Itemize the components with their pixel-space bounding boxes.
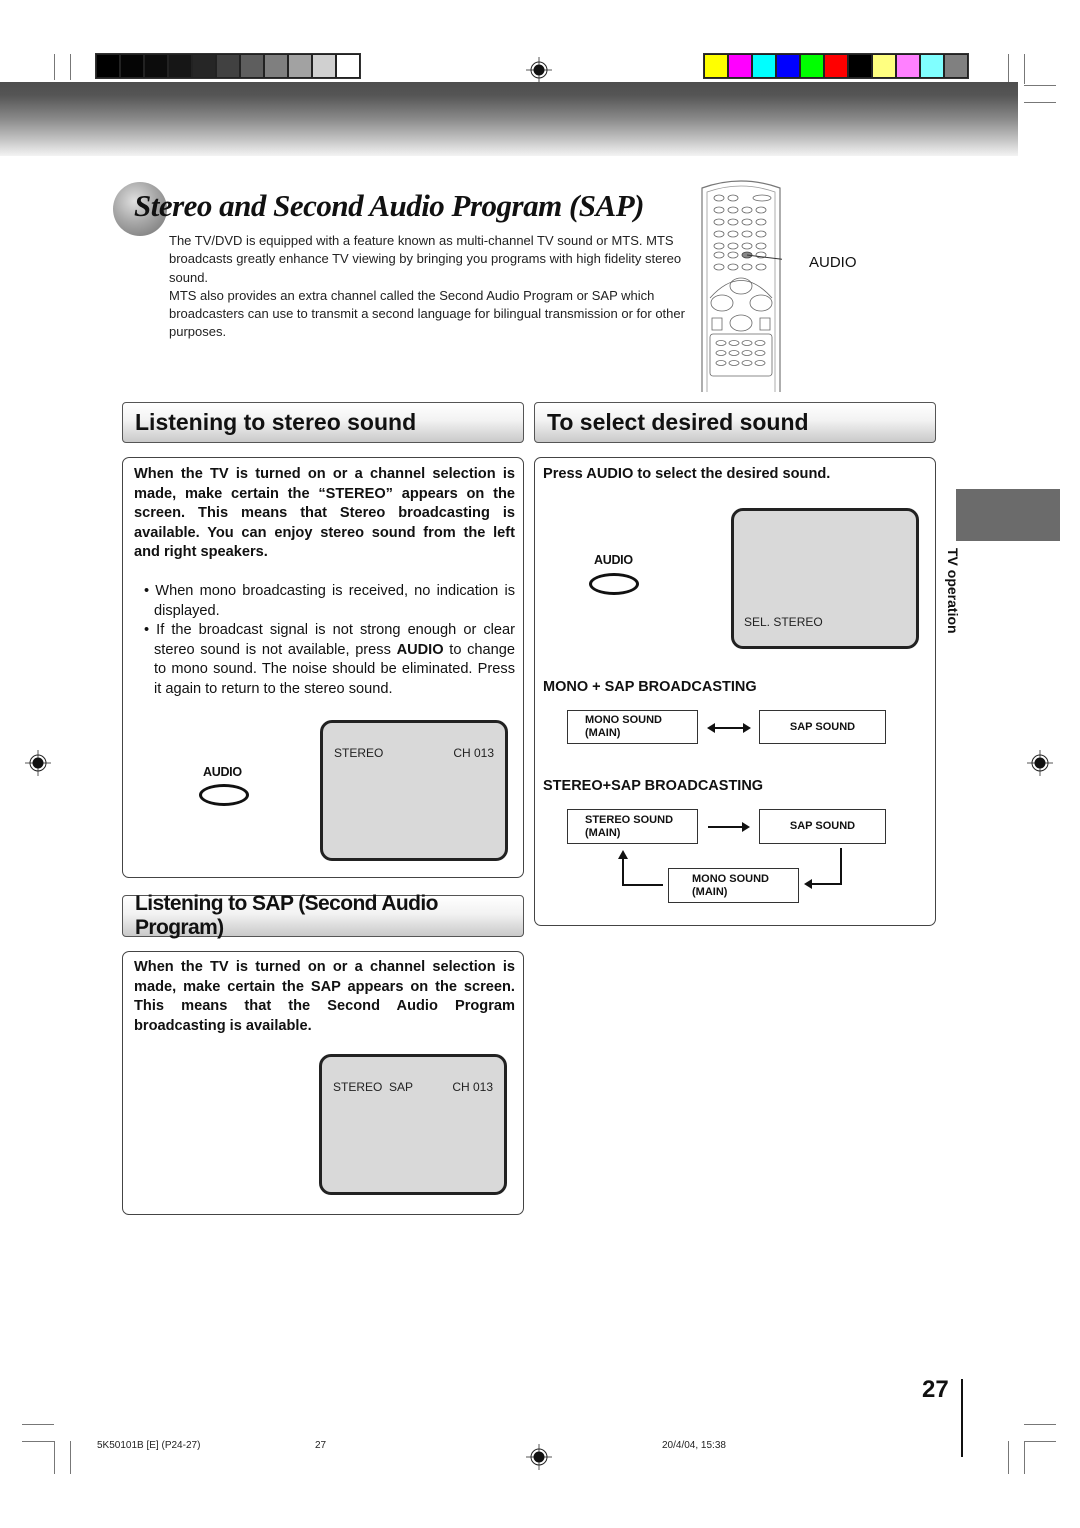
calibration-swatch [801,55,823,77]
box-text: (MAIN) [585,727,621,739]
double-arrow-icon [707,723,751,733]
screen-mode-text: STEREO SAP [333,1080,414,1094]
box-text: MONO SOUND [585,714,662,726]
bullet-item: • When mono broadcasting is received, no… [144,583,515,619]
calibration-swatch [265,55,287,77]
calibration-swatch [849,55,871,77]
crop-mark [1024,1441,1025,1474]
screen-channel-text: CH 013 [453,746,494,760]
crop-mark [1024,1424,1056,1425]
section-heading-sap: Listening to SAP (Second Audio Program) [122,892,524,939]
crop-mark [22,1424,54,1425]
registration-mark-icon [526,1444,552,1470]
flow-box-sap: SAP SOUND [759,710,886,744]
section-heading-stereo: Listening to stereo sound [122,402,524,443]
audio-button-label: AUDIO [203,765,242,779]
calibration-swatch [289,55,311,77]
heading-text: Listening to SAP (Second Audio Program) [135,892,438,939]
flow-box-mono-main: MONO SOUND (MAIN) [668,868,799,903]
audio-button-icon[interactable] [199,784,249,806]
remote-control-illustration [701,180,782,392]
arrow-right-icon [708,822,750,832]
arrow-return-icon [804,848,842,889]
calibration-swatch [337,55,359,77]
crop-mark [70,54,71,80]
audio-button-icon[interactable] [589,573,639,595]
stereo-lead-text: When the TV is turned on or a channel se… [134,466,515,561]
crop-mark [22,1441,54,1442]
box-text: (MAIN) [692,885,728,898]
section-heading-select: To select desired sound [534,402,936,443]
select-instruction: Press AUDIO to select the desired sound. [543,466,831,482]
sap-lead-text: When the TV is turned on or a channel se… [134,959,515,1034]
calibration-swatch [945,55,967,77]
audio-callout-label: AUDIO [809,254,857,271]
calibration-swatch [145,55,167,77]
intro-paragraph: MTS also provides an extra channel calle… [169,287,685,340]
crop-mark [1024,85,1056,86]
crop-mark [1008,1441,1009,1474]
chapter-tab [956,489,1060,541]
bullet-item: • If the broadcast signal is not strong … [144,622,515,697]
calibration-swatch [121,55,143,77]
flow-box-stereo-main: STEREO SOUND (MAIN) [567,809,698,844]
bullet-text: When mono broadcasting is received, no i… [154,583,515,619]
tv-screen-select: SEL. STEREO [731,508,919,649]
crop-mark [1024,1441,1056,1442]
calibration-swatch [777,55,799,77]
chapter-tab-label: TV operation [945,548,961,634]
tv-screen-sap: STEREO SAP CH 013 [319,1054,507,1195]
calibration-swatch [97,55,119,77]
color-calibration-bar [703,53,969,79]
crop-mark [70,1441,71,1474]
tv-screen-stereo: STEREO CH 013 [320,720,508,861]
heading-text: Listening to stereo sound [135,409,417,435]
crop-mark [54,54,55,80]
box-text: MONO SOUND [692,872,769,885]
calibration-swatch [753,55,775,77]
flow-box-mono-main: MONO SOUND (MAIN) [567,710,698,744]
calibration-swatch [193,55,215,77]
page-number-rule [961,1379,963,1457]
intro-paragraph: The TV/DVD is equipped with a feature kn… [169,233,682,285]
screen-channel-text: CH 013 [452,1080,493,1094]
crop-mark [54,1441,55,1474]
crop-mark [1024,54,1025,84]
crop-mark [1024,102,1056,103]
calibration-swatch [897,55,919,77]
footer-page: 27 [315,1440,327,1451]
heading-text: To select desired sound [547,409,809,435]
arrow-up-icon [618,850,663,886]
crop-mark [1008,54,1009,84]
calibration-swatch [705,55,727,77]
header-band [0,82,1018,156]
stereo-notes: • When mono broadcasting is received, no… [144,582,515,700]
page-title: Stereo and Second Audio Program (SAP) [134,188,644,223]
calibration-swatch [873,55,895,77]
calibration-swatch [169,55,191,77]
box-text: (MAIN) [585,826,621,839]
calibration-swatch [217,55,239,77]
box-text: STEREO SOUND [585,813,674,826]
registration-mark-icon [526,57,552,83]
page-number: 27 [922,1376,949,1403]
stereo-sap-heading: STEREO+SAP BROADCASTING [543,778,764,794]
intro-text: The TV/DVD is equipped with a feature kn… [169,232,699,342]
mono-sap-heading: MONO + SAP BROADCASTING [543,679,757,695]
footer-date: 20/4/04, 15:38 [662,1440,726,1451]
calibration-swatch [921,55,943,77]
audio-button-label: AUDIO [594,553,633,567]
calibration-swatch [825,55,847,77]
calibration-swatch [313,55,335,77]
flow-box-sap: SAP SOUND [759,809,886,844]
audio-key-name: AUDIO [396,641,444,658]
calibration-swatch [241,55,263,77]
registration-mark-icon [25,750,51,776]
screen-select-text: SEL. STEREO [744,615,823,629]
footer-doc-code: 5K50101B [E] (P24-27) [97,1440,201,1451]
registration-mark-icon [1027,750,1053,776]
gray-calibration-bar [95,53,361,79]
calibration-swatch [729,55,751,77]
screen-mode-text: STEREO [334,746,384,760]
